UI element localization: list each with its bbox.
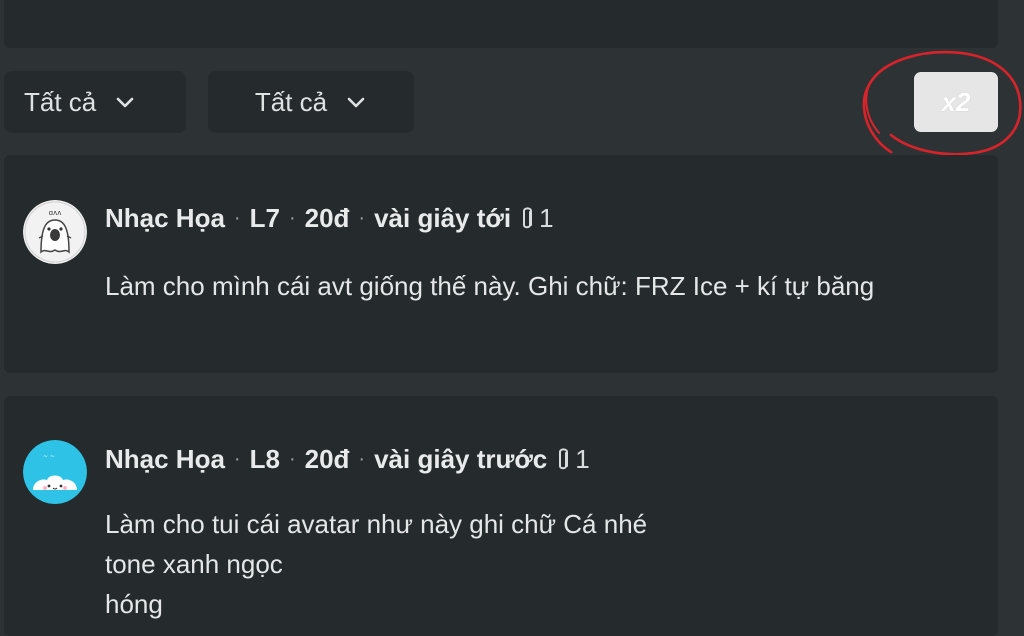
separator-dot: ·: [288, 207, 296, 229]
points: 20đ: [304, 203, 350, 233]
separator-dot: ·: [358, 448, 366, 470]
x2-label: x2: [941, 86, 971, 117]
attachment-count: 1: [539, 203, 554, 233]
level-badge: L7: [249, 203, 280, 233]
level-badge: L8: [249, 444, 280, 474]
paperclip-icon[interactable]: [555, 447, 571, 473]
filter-label: Tất cả: [24, 86, 97, 117]
filter-dropdown-1[interactable]: Tất cả: [4, 71, 186, 133]
separator-dot: ·: [233, 448, 241, 470]
post-card: ɑʌʌ Nhạc Họa · L7 · 20đ · vài giây tới 1…: [4, 155, 998, 373]
content-line: tone xanh ngọc: [105, 549, 283, 579]
filter-dropdown-2[interactable]: Tất cả: [208, 71, 414, 133]
cyan-cloud-icon: ~ ~: [23, 440, 87, 504]
post-content: Làm cho mình cái avt giống thế này. Ghi …: [105, 266, 874, 306]
svg-text:~ ~: ~ ~: [43, 453, 55, 460]
separator-dot: ·: [358, 207, 366, 229]
chevron-down-icon: [347, 97, 365, 108]
top-card: [4, 0, 998, 48]
timestamp: vài giây tới: [374, 203, 512, 233]
points: 20đ: [304, 444, 350, 474]
avatar[interactable]: ɑʌʌ: [23, 200, 87, 264]
post-meta: Nhạc Họa · L8 · 20đ · vài giây trước 1: [105, 444, 590, 475]
content-line: Làm cho tui cái avatar như này ghi chữ C…: [105, 509, 648, 539]
svg-text:ɑʌʌ: ɑʌʌ: [49, 209, 62, 217]
separator-dot: ·: [233, 207, 241, 229]
separator-dot: ·: [288, 448, 296, 470]
attachment-count: 1: [575, 444, 590, 474]
ghost-sticker-icon: ɑʌʌ: [23, 200, 87, 264]
x2-button[interactable]: x2: [914, 72, 998, 132]
post-card: ~ ~ Nhạc Họa · L8 · 20đ · vài giây trước…: [4, 396, 998, 636]
post-meta: Nhạc Họa · L7 · 20đ · vài giây tới 1: [105, 203, 554, 234]
post-content: Làm cho tui cái avatar như này ghi chữ C…: [105, 504, 647, 624]
filter-label: Tất cả: [254, 86, 328, 117]
content-line: Làm cho mình cái avt giống thế này. Ghi …: [105, 271, 875, 301]
content-line: hóng: [105, 589, 163, 619]
author-name[interactable]: Nhạc Họa: [105, 203, 225, 234]
timestamp: vài giây trước: [374, 444, 548, 474]
avatar[interactable]: ~ ~: [23, 440, 87, 504]
author-name[interactable]: Nhạc Họa: [105, 444, 225, 475]
chevron-down-icon: [116, 97, 134, 108]
paperclip-icon[interactable]: [519, 206, 535, 232]
